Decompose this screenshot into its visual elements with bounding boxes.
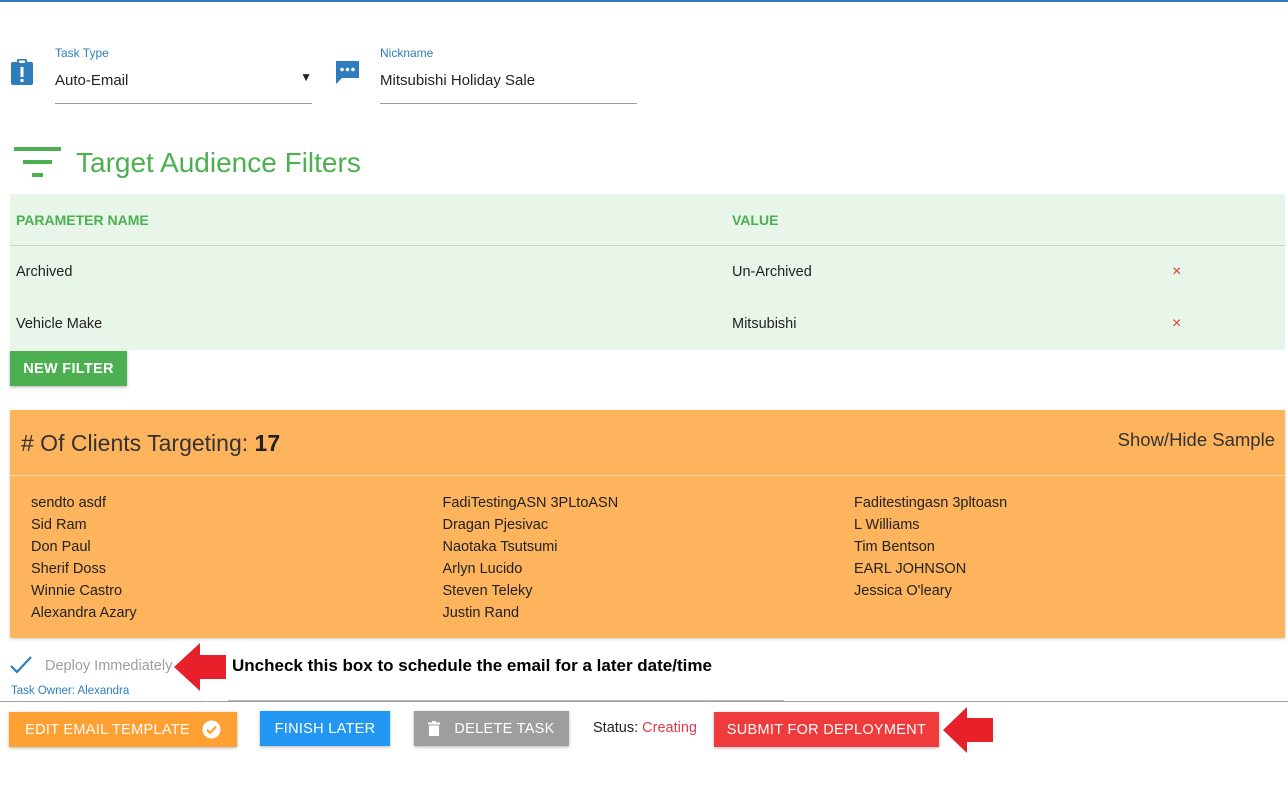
list-item: Jessica O'leary [854, 583, 952, 599]
list-item: EARL JOHNSON [854, 561, 967, 577]
nickname-label: Nickname [380, 46, 434, 60]
clients-targeting-title: # Of Clients Targeting: 17 [21, 430, 280, 457]
list-item: Sherif Doss [31, 561, 106, 577]
status-label: Status: [593, 720, 643, 736]
task-type-value: Auto-Email [55, 72, 129, 89]
edit-email-template-label: EDIT EMAIL TEMPLATE [25, 721, 190, 738]
filter-icon [14, 140, 62, 185]
filter-parameter-value: Un-Archived [732, 264, 812, 280]
list-item: Steven Teleky [442, 583, 533, 599]
submit-for-deployment-button[interactable]: SUBMIT FOR DEPLOYMENT [714, 712, 939, 747]
clients-targeting-panel: # Of Clients Targeting: 17 Show/Hide Sam… [10, 410, 1285, 638]
filters-title: Target Audience Filters [76, 146, 361, 178]
list-item: Tim Bentson [854, 539, 935, 555]
annotation-arrow-icon [172, 641, 228, 698]
filter-parameter-value: Mitsubishi [732, 316, 797, 332]
delete-task-label: DELETE TASK [454, 720, 555, 737]
filters-heading: Target Audience Filters [14, 140, 361, 185]
edit-email-template-button[interactable]: EDIT EMAIL TEMPLATE [9, 712, 237, 747]
divider [0, 701, 1288, 702]
filter-parameter-name: Archived [16, 264, 73, 280]
client-column: Faditestingasn 3pltoasn L Williams Tim Ben… [854, 494, 1266, 626]
list-item: Don Paul [31, 539, 91, 555]
list-item: sendto asdf [31, 495, 106, 511]
delete-filter-icon[interactable]: × [1172, 263, 1282, 281]
list-item: L Williams [854, 517, 920, 533]
finish-later-button[interactable]: FINISH LATER [260, 711, 390, 746]
clipboard-icon [10, 58, 34, 91]
clients-sample-list: sendto asdf Sid Ram Don Paul Sherif Doss Win… [31, 494, 1281, 626]
table-row: Archived Un-Archived × [10, 246, 1285, 298]
new-filter-button[interactable]: NEW FILTER [10, 351, 127, 386]
list-item: Faditestingasn 3pltoasn [854, 495, 1008, 511]
clients-panel-header: # Of Clients Targeting: 17 Show/Hide Sam… [10, 410, 1285, 476]
filter-table-header: PARAMETER NAME VALUE [10, 194, 1285, 246]
task-type-label: Task Type [55, 46, 109, 60]
nickname-input[interactable]: Nickname Mitsubishi Holiday Sale [380, 46, 637, 104]
task-status: Status: Creating [593, 720, 697, 736]
task-owner-text: Task Owner: Alexandra [11, 685, 130, 697]
show-hide-sample-toggle[interactable]: Show/Hide Sample [1118, 429, 1275, 451]
chat-bubble-icon [334, 59, 361, 91]
delete-filter-icon[interactable]: × [1172, 315, 1282, 333]
nickname-underline [380, 103, 637, 104]
annotation-text: Uncheck this box to schedule the email f… [232, 656, 712, 675]
client-column: sendto asdf Sid Ram Don Paul Sherif Doss Win… [31, 494, 443, 626]
trash-icon [428, 721, 441, 736]
dropdown-arrow-icon: ▼ [300, 70, 312, 84]
annotation-arrow-icon [941, 705, 995, 760]
deploy-immediately-checkbox[interactable] [9, 654, 33, 681]
list-item: FadiTestingASN 3PLtoASN [442, 495, 619, 511]
task-type-underline [55, 103, 312, 104]
deploy-immediately-label[interactable]: Deploy Immediately [45, 658, 172, 674]
filter-parameter-name: Vehicle Make [16, 316, 103, 332]
list-item: Alexandra Azary [31, 605, 137, 621]
list-item: Naotaka Tsutsumi [442, 539, 558, 555]
top-accent-bar [0, 0, 1288, 2]
list-item: Arlyn Lucido [442, 561, 523, 577]
clients-count: 17 [254, 430, 281, 456]
clients-title-text: # Of Clients Targeting: [21, 430, 255, 456]
filter-table: PARAMETER NAME VALUE Archived Un-Archive… [10, 194, 1285, 350]
column-header-value: VALUE [732, 211, 779, 228]
table-row: Vehicle Make Mitsubishi × [10, 298, 1285, 350]
list-item: Justin Rand [442, 605, 520, 621]
check-circle-icon [202, 720, 221, 739]
list-item: Winnie Castro [31, 583, 123, 599]
column-header-parameter-name: PARAMETER NAME [16, 211, 149, 228]
list-item: Sid Ram [31, 517, 87, 533]
delete-task-button[interactable]: DELETE TASK [414, 711, 569, 746]
list-item: Dragan Pjesivac [442, 517, 549, 533]
client-column: FadiTestingASN 3PLtoASN Dragan Pjesivac Na… [443, 494, 855, 626]
status-value: Creating [642, 720, 697, 736]
task-type-select[interactable]: Task Type Auto-Email ▼ [55, 46, 312, 104]
nickname-value: Mitsubishi Holiday Sale [380, 72, 536, 89]
